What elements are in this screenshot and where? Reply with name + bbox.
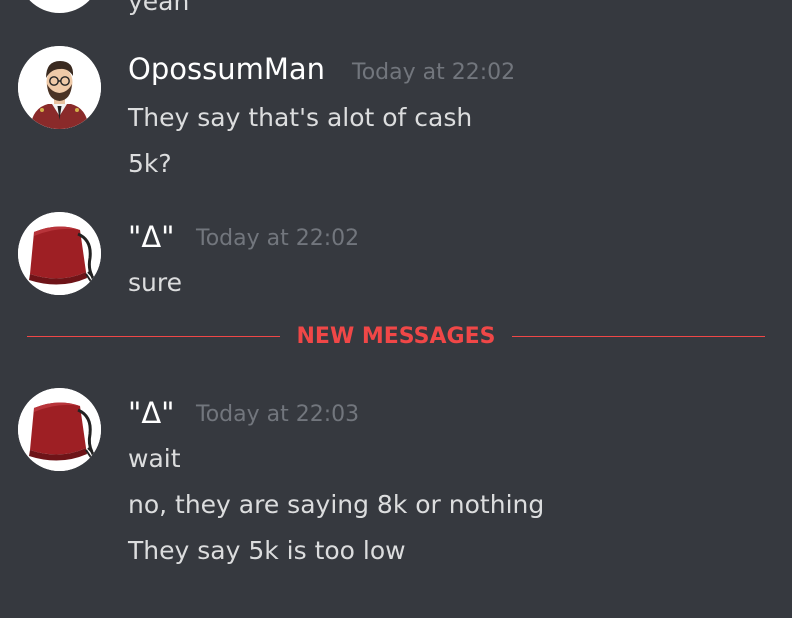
bearded-man-avatar-icon [18, 46, 101, 129]
avatar[interactable] [18, 388, 101, 471]
message-text: no, they are saying 8k or nothing [128, 490, 545, 519]
avatar[interactable] [18, 46, 101, 129]
message-text: They say 5k is too low [128, 536, 406, 565]
author-name[interactable]: "Δ" [128, 395, 175, 431]
message-text: 5k? [128, 149, 172, 178]
new-messages-label: NEW MESSAGES [296, 324, 496, 349]
message-text: yeah [128, 0, 190, 16]
avatar[interactable] [18, 212, 101, 295]
divider-line-right [512, 336, 765, 337]
author-name[interactable]: "Δ" [128, 219, 175, 255]
message-timestamp: Today at 22:02 [196, 226, 360, 251]
message-text: They say that's alot of cash [128, 103, 473, 132]
red-fez-avatar-icon [18, 388, 101, 471]
red-fez-avatar-icon [18, 212, 101, 295]
author-name[interactable]: OpossumMan [128, 51, 325, 87]
message-text: sure [128, 268, 182, 297]
message-timestamp: Today at 22:02 [352, 60, 516, 85]
previous-avatar[interactable] [18, 0, 101, 13]
message-text: wait [128, 444, 181, 473]
message-timestamp: Today at 22:03 [196, 402, 360, 427]
divider-line-left [27, 336, 280, 337]
chat-messages-area[interactable]: yeah OpossumMan Today at 22:02 They say … [0, 0, 792, 618]
